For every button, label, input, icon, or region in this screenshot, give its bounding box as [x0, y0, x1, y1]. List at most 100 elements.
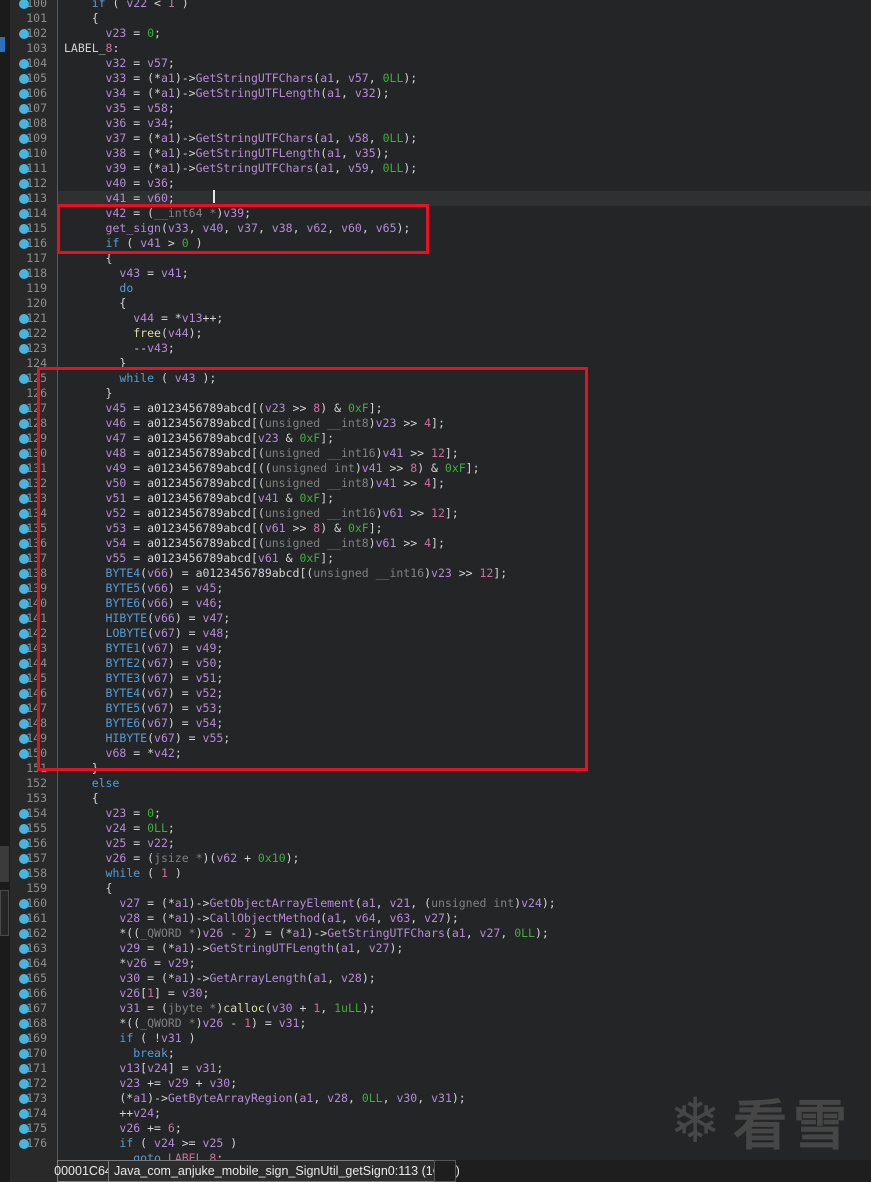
code-line[interactable]: { — [57, 11, 871, 26]
breakpoint-dot[interactable] — [19, 344, 29, 354]
code-line[interactable]: get_sign(v33, v40, v37, v38, v62, v60, v… — [57, 221, 871, 236]
breakpoint-dot[interactable] — [19, 89, 29, 99]
code-line[interactable]: BYTE5(v66) = v45; — [57, 581, 871, 596]
breakpoint-dot[interactable] — [19, 809, 29, 819]
breakpoint-dot[interactable] — [19, 584, 29, 594]
breakpoint-dot[interactable] — [19, 29, 29, 39]
code-line[interactable]: v45 = a0123456789abcd[(v23 >> 8) & 0xF]; — [57, 401, 871, 416]
code-line[interactable]: --v43; — [57, 341, 871, 356]
breakpoint-dot[interactable] — [19, 134, 29, 144]
code-line[interactable]: BYTE6(v67) = v54; — [57, 716, 871, 731]
breakpoint-dot[interactable] — [19, 539, 29, 549]
code-line[interactable]: else — [57, 776, 871, 791]
code-line[interactable]: v32 = v57; — [57, 56, 871, 71]
code-line[interactable]: v36 = v34; — [57, 116, 871, 131]
code-line[interactable]: if ( !v31 ) — [57, 1031, 871, 1046]
breakpoint-dot[interactable] — [19, 599, 29, 609]
breakpoint-dot[interactable] — [19, 1139, 29, 1149]
code-line[interactable]: v51 = a0123456789abcd[v41 & 0xF]; — [57, 491, 871, 506]
code-line[interactable]: do — [57, 281, 871, 296]
code-line[interactable]: v34 = (*a1)->GetStringUTFLength(a1, v32)… — [57, 86, 871, 101]
breakpoint-dot[interactable] — [19, 74, 29, 84]
code-line[interactable]: BYTE4(v67) = v52; — [57, 686, 871, 701]
breakpoint-dot[interactable] — [19, 119, 29, 129]
breakpoint-dot[interactable] — [19, 824, 29, 834]
breakpoint-dot[interactable] — [19, 659, 29, 669]
breakpoint-dot[interactable] — [19, 149, 29, 159]
code-line[interactable]: } — [57, 356, 871, 371]
breakpoint-dot[interactable] — [19, 854, 29, 864]
code-line[interactable]: v26[1] = v30; — [57, 986, 871, 1001]
code-line[interactable]: v54 = a0123456789abcd[(unsigned __int8)v… — [57, 536, 871, 551]
breakpoint-dot[interactable] — [19, 1049, 29, 1059]
breakpoint-dot[interactable] — [19, 179, 29, 189]
breakpoint-dot[interactable] — [19, 449, 29, 459]
code-line[interactable]: v28 = (*a1)->CallObjectMethod(a1, v64, v… — [57, 911, 871, 926]
code-line[interactable]: break; — [57, 1046, 871, 1061]
code-line[interactable]: v25 = v22; — [57, 836, 871, 851]
code-line[interactable]: v55 = a0123456789abcd[v61 & 0xF]; — [57, 551, 871, 566]
code-line[interactable]: v50 = a0123456789abcd[(unsigned __int8)v… — [57, 476, 871, 491]
breakpoint-dot[interactable] — [19, 494, 29, 504]
breakpoint-dot[interactable] — [19, 839, 29, 849]
breakpoint-dot[interactable] — [19, 1124, 29, 1134]
code-line[interactable]: v27 = (*a1)->GetObjectArrayElement(a1, v… — [57, 896, 871, 911]
code-line[interactable]: } — [57, 761, 871, 776]
code-line[interactable]: BYTE1(v67) = v49; — [57, 641, 871, 656]
breakpoint-dot[interactable] — [19, 329, 29, 339]
breakpoint-dot[interactable] — [19, 524, 29, 534]
code-line[interactable]: *((_QWORD *)v26 - 2) = (*a1)->GetStringU… — [57, 926, 871, 941]
breakpoint-dot[interactable] — [19, 614, 29, 624]
code-line[interactable]: *((_QWORD *)v26 - 1) = v31; — [57, 1016, 871, 1031]
code-line[interactable]: v43 = v41; — [57, 266, 871, 281]
breakpoint-dot[interactable] — [19, 644, 29, 654]
code-line[interactable]: v33 = (*a1)->GetStringUTFChars(a1, v57, … — [57, 71, 871, 86]
code-line[interactable]: v47 = a0123456789abcd[v23 & 0xF]; — [57, 431, 871, 446]
code-line[interactable]: while ( v43 ); — [57, 371, 871, 386]
code-line[interactable]: while ( 1 ) — [57, 866, 871, 881]
code-line[interactable]: LOBYTE(v67) = v48; — [57, 626, 871, 641]
breakpoint-dot[interactable] — [19, 914, 29, 924]
code-line[interactable]: BYTE2(v67) = v50; — [57, 656, 871, 671]
code-line[interactable]: v53 = a0123456789abcd[(v61 >> 8) & 0xF]; — [57, 521, 871, 536]
breakpoint-dot[interactable] — [19, 464, 29, 474]
breakpoint-dot[interactable] — [19, 704, 29, 714]
breakpoint-dot[interactable] — [19, 479, 29, 489]
code-line[interactable]: *v26 = v29; — [57, 956, 871, 971]
breakpoint-dot[interactable] — [19, 929, 29, 939]
code-line[interactable]: v49 = a0123456789abcd[((unsigned int)v41… — [57, 461, 871, 476]
breakpoint-dot[interactable] — [19, 719, 29, 729]
breakpoint-dot[interactable] — [19, 1004, 29, 1014]
breakpoint-dot[interactable] — [19, 374, 29, 384]
breakpoint-dot[interactable] — [19, 419, 29, 429]
code-line[interactable]: v38 = (*a1)->GetStringUTFLength(a1, v35)… — [57, 146, 871, 161]
breakpoint-dot[interactable] — [19, 104, 29, 114]
code-line[interactable]: LABEL_8: — [57, 41, 871, 56]
code-line[interactable]: v68 = *v42; — [57, 746, 871, 761]
breakpoint-dot[interactable] — [19, 689, 29, 699]
breakpoint-dot[interactable] — [19, 1034, 29, 1044]
breakpoint-dot[interactable] — [19, 269, 29, 279]
code-line[interactable]: v48 = a0123456789abcd[(unsigned __int16)… — [57, 446, 871, 461]
breakpoint-dot[interactable] — [19, 509, 29, 519]
code-line[interactable]: v52 = a0123456789abcd[(unsigned __int16)… — [57, 506, 871, 521]
code-line[interactable]: BYTE5(v67) = v53; — [57, 701, 871, 716]
breakpoint-dot[interactable] — [19, 0, 29, 9]
breakpoint-dot[interactable] — [19, 164, 29, 174]
code-line[interactable]: v23 = 0; — [57, 806, 871, 821]
breakpoint-dot[interactable] — [19, 974, 29, 984]
breakpoint-dot[interactable] — [19, 989, 29, 999]
breakpoint-dot[interactable] — [19, 1064, 29, 1074]
breakpoint-dot[interactable] — [19, 224, 29, 234]
breakpoint-dot[interactable] — [19, 1019, 29, 1029]
breakpoint-dot[interactable] — [19, 749, 29, 759]
code-line[interactable]: v42 = (__int64 *)v39; — [57, 206, 871, 221]
breakpoint-dot[interactable] — [19, 959, 29, 969]
breakpoint-dot[interactable] — [19, 869, 29, 879]
breakpoint-dot[interactable] — [19, 194, 29, 204]
code-line[interactable]: v31 = (jbyte *)calloc(v30 + 1, 1uLL); — [57, 1001, 871, 1016]
code-line[interactable]: v23 = 0; — [57, 26, 871, 41]
breakpoint-dot[interactable] — [19, 1094, 29, 1104]
code-line[interactable]: v44 = *v13++; — [57, 311, 871, 326]
code-line[interactable]: free(v44); — [57, 326, 871, 341]
